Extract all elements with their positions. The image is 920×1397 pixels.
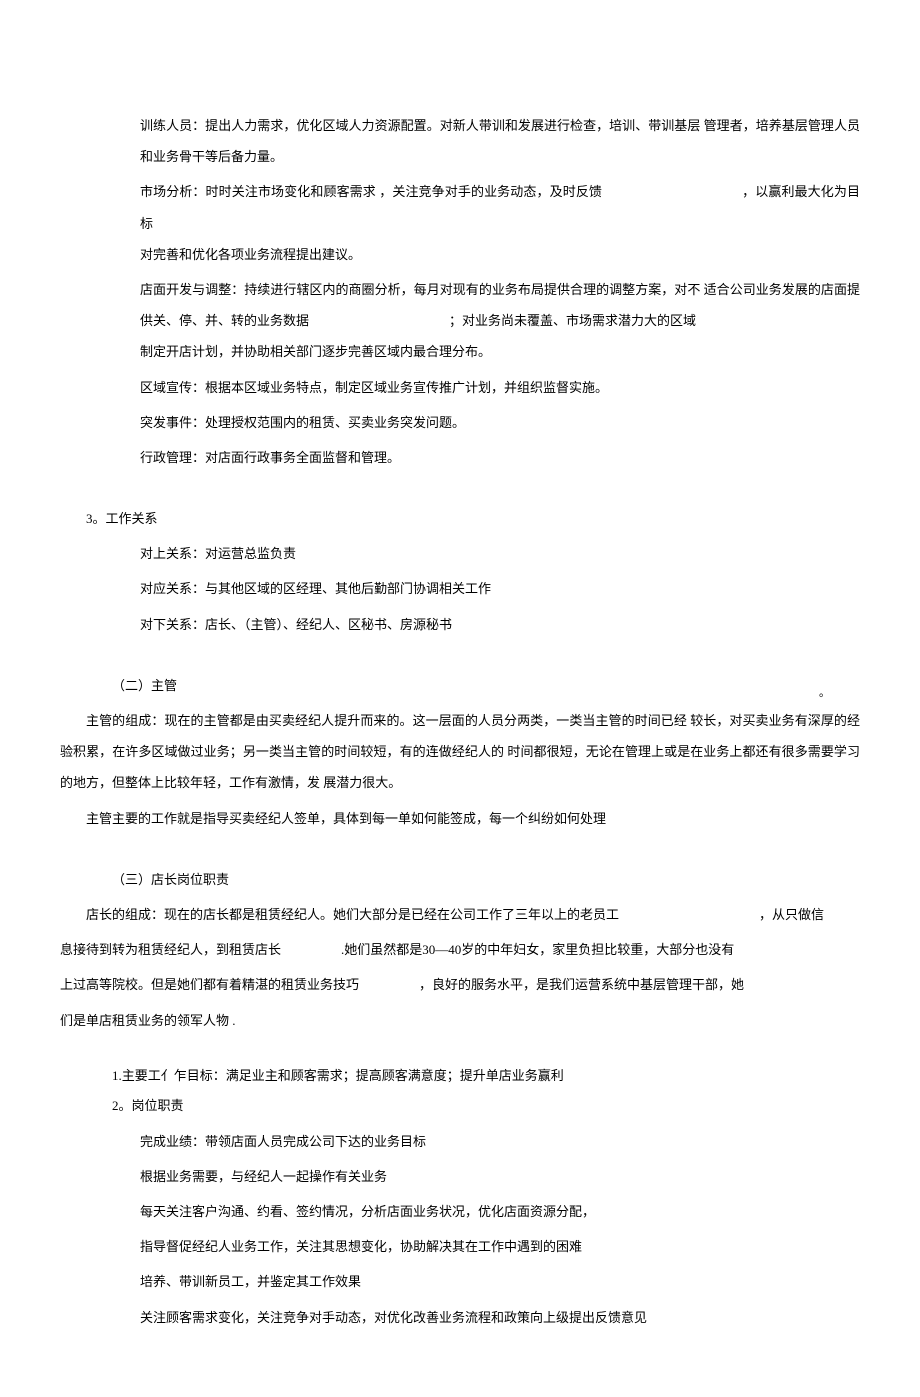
duty-item-6: 关注顾客需求变化，关注竞争对手动态，对优化改善业务流程和政策向上级提出反馈意见	[60, 1302, 860, 1333]
relation-down: 对下关系：店长、（主管）、经纪人、区秘书、房源秘书	[60, 609, 860, 640]
duty-item-4: 指导督促经纪人业务工作，关注其思想变化，协助解决其在工作中遇到的困难	[60, 1231, 860, 1262]
text-store-c: 制定开店计划，并协助相关部门逐步完善区域内最合理分布。	[140, 336, 860, 367]
paragraph-supervisor-work: 主管主要的工作就是指导买卖经纪人签单，具体到每一单如何能签成，每一个纠纷如何处理	[60, 803, 860, 834]
heading-supervisor: （二）主管	[60, 670, 860, 701]
text-mgr-a: 店长的组成：现在的店长都是租赁经纪人。她们大部分是已经在公司工作了三年以上的老员…	[86, 907, 619, 922]
text-mgr-b: ，从只做信	[759, 907, 824, 922]
text-market-a: 市场分析：时时关注市场变化和顾客需求 ，关注竞争对手的业务动态，及时反馈	[140, 184, 602, 199]
paragraph-training: 训练人员：提出人力需求，优化区域人力资源配置。对新人带训和发展进行检查，培训、带…	[60, 110, 860, 172]
heading-work-relations: 3。工作关系	[60, 503, 860, 534]
paragraph-emergency: 突发事件：处理授权范围内的租赁、买卖业务突发问题。	[60, 407, 860, 438]
sub-heading-duties: 2。岗位职责	[60, 1090, 860, 1121]
relation-up: 对上关系：对运营总监负责	[60, 538, 860, 569]
paragraph-zone: 区域宣传：根据本区域业务特点，制定区域业务宣传推广计划，并组织监督实施。	[60, 372, 860, 403]
text-mgr-2a: 息接待到转为租赁经纪人，到租赁店长	[60, 942, 281, 957]
text-mgr-3b: ，良好的服务水平，是我们运营系统中基层管理干部，她	[419, 977, 744, 992]
paragraph-store: 店面开发与调整：持续进行辖区内的商圈分析，每月对现有的业务布局提供合理的调整方案…	[60, 274, 860, 368]
duty-item-1: 完成业绩：带领店面人员完成公司下达的业务目标	[60, 1126, 860, 1157]
paragraph-supervisor-compose: 主管的组成：现在的主管都是由买卖经纪人提升而来的。这一层面的人员分两类，一类当主…	[60, 705, 860, 799]
text-mgr-3a: 上过高等院校。但是她们都有着精湛的租赁业务技巧	[60, 977, 359, 992]
text-mgr-2b: .她们虽然都是30—40岁的中年妇女，家里负担比较重，大部分也没有	[341, 942, 734, 957]
paragraph-manager-line3: 上过高等院校。但是她们都有着精湛的租赁业务技巧 ，良好的服务水平，是我们运营系统中…	[60, 969, 860, 1000]
text-store-b: ；对业务尚未覆盖、市场需求潜力大的区域	[449, 313, 696, 328]
heading-store-manager: （三）店长岗位职责	[60, 864, 860, 895]
relation-peer: 对应关系：与其他区域的区经理、其他后勤部门协调相关工作	[60, 573, 860, 604]
duty-item-2: 根据业务需要，与经纪人一起操作有关业务	[60, 1161, 860, 1192]
footnote-mark: 。	[819, 680, 830, 706]
duty-item-3: 每天关注客户沟通、约看、签约情况，分析店面业务状况，优化店面资源分配，	[60, 1196, 860, 1227]
paragraph-admin: 行政管理：对店面行政事务全面监督和管理。	[60, 442, 860, 473]
sub-heading-main-goal: 1.主要工亻乍目标：满足业主和顾客需求；提高顾客满意度；提升单店业务赢利	[60, 1066, 860, 1087]
paragraph-market: 市场分析：时时关注市场变化和顾客需求 ，关注竞争对手的业务动态，及时反馈，以赢利…	[60, 176, 860, 270]
duty-item-5: 培养、带训新员工，并鉴定其工作效果	[60, 1266, 860, 1297]
text-market-c: 对完善和优化各项业务流程提出建议。	[140, 239, 860, 270]
paragraph-manager-line2: 息接待到转为租赁经纪人，到租赁店长 .她们虽然都是30—40岁的中年妇女，家里负担…	[60, 934, 860, 965]
paragraph-manager-line4: 们是单店租赁业务的领军人物 .	[60, 1005, 860, 1036]
paragraph-manager-compose: 店长的组成：现在的店长都是租赁经纪人。她们大部分是已经在公司工作了三年以上的老员…	[60, 899, 860, 930]
